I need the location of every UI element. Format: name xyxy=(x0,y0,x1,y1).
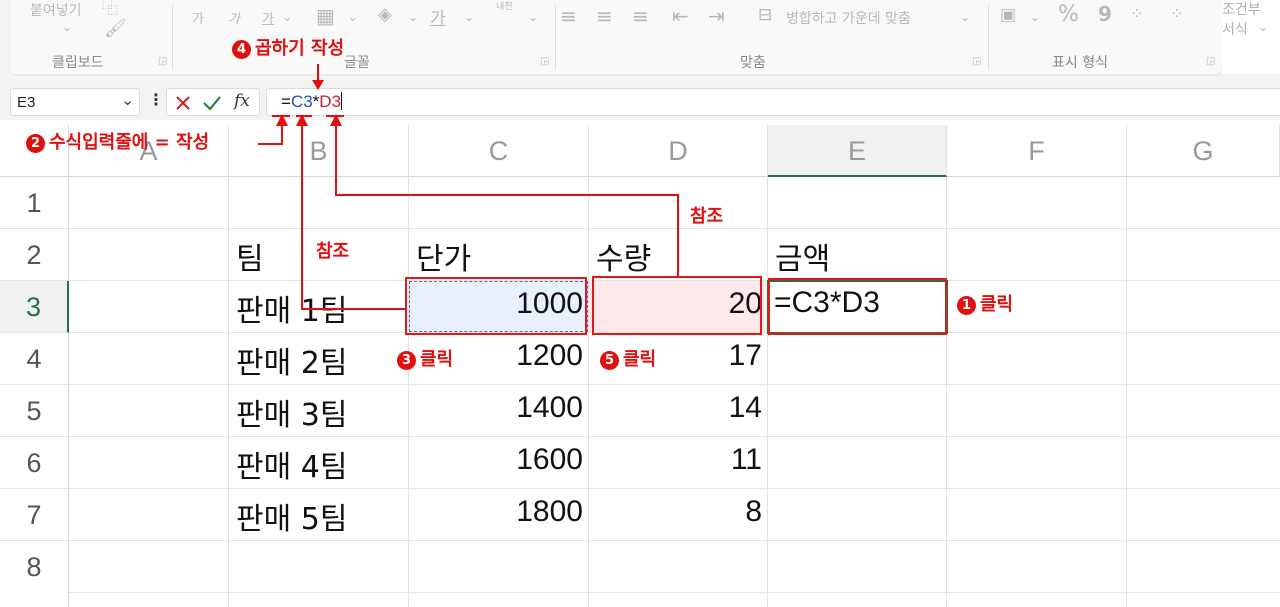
step2-text: 수식입력줄에 = 작성 xyxy=(49,132,210,153)
step3-badge: 3 xyxy=(397,351,416,370)
annotation-step1: 1 클릭 xyxy=(957,290,1013,316)
step3-text: 클릭 xyxy=(420,349,454,370)
annotation-step5: 5 클릭 xyxy=(600,345,656,371)
annotation-ref-left: 참조 xyxy=(316,241,350,262)
step4-text: 곱하기 작성 xyxy=(255,38,345,59)
annotation-step3: 3 클릭 xyxy=(397,345,453,371)
step1-text: 클릭 xyxy=(980,294,1014,315)
annotation-ref-right: 참조 xyxy=(690,206,724,227)
annotation-step4: 4 곱하기 작성 xyxy=(232,34,344,60)
step4-badge: 4 xyxy=(232,40,251,59)
step5-text: 클릭 xyxy=(623,349,657,370)
annotation-step2: 2 수식입력줄에 = 작성 xyxy=(26,128,209,154)
annotation-arrows xyxy=(258,64,679,310)
step2-badge: 2 xyxy=(26,134,45,153)
step5-badge: 5 xyxy=(600,351,619,370)
step1-badge: 1 xyxy=(957,296,976,315)
